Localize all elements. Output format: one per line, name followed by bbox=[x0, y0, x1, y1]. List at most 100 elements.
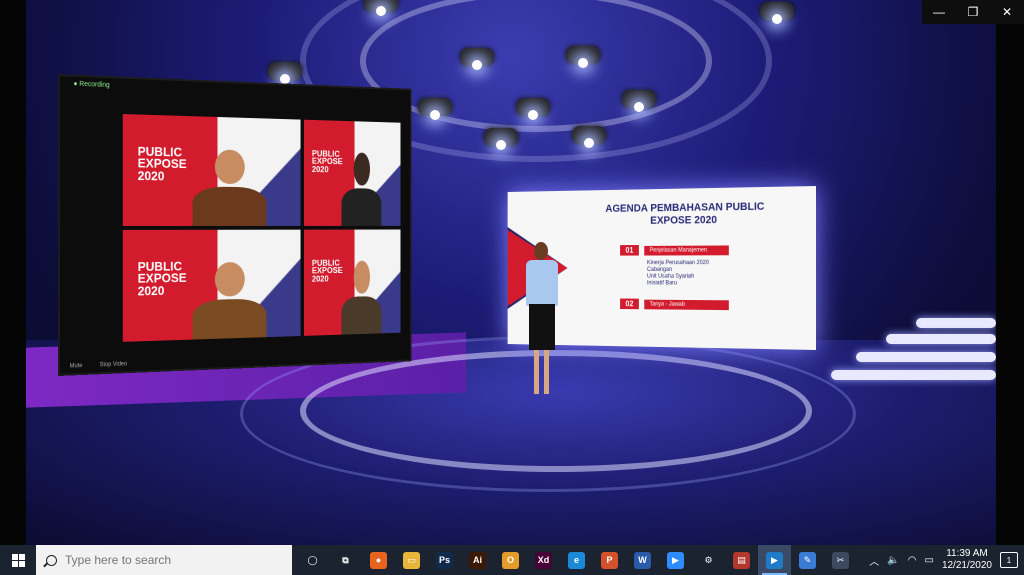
presenter-figure bbox=[522, 242, 562, 400]
taskbar-app-button[interactable]: ● bbox=[362, 545, 395, 575]
virtual-studio-scene: ● Recording PUBLIC EXPOSE 2020 PUBLIC EX… bbox=[0, 0, 1024, 545]
stage-light-icon bbox=[760, 2, 794, 24]
mute-button[interactable]: Mute bbox=[70, 363, 83, 369]
agenda-subitem: Kinerja Perusahaan 2020 bbox=[646, 260, 709, 267]
taskbar-app-button[interactable]: Xd bbox=[527, 545, 560, 575]
agenda-item: 02 Tanya - Jawab bbox=[620, 298, 729, 311]
start-button[interactable] bbox=[0, 545, 36, 575]
notification-count: 1 bbox=[1006, 555, 1012, 565]
clock-time: 11:39 AM bbox=[946, 547, 988, 559]
stop-video-button[interactable]: Stop Video bbox=[100, 361, 128, 368]
participant-avatar bbox=[341, 152, 382, 226]
edge-icon: e bbox=[568, 551, 585, 569]
taskbar-app-button[interactable]: ◯ bbox=[296, 545, 329, 575]
taskbar-app-button[interactable]: ✎ bbox=[791, 545, 824, 575]
stage-light-icon bbox=[566, 46, 600, 68]
agenda-subitems: Kinerja Perusahaan 2020 Cabangan Unit Us… bbox=[647, 260, 709, 287]
stage-steps bbox=[826, 312, 996, 392]
tile-title: PUBLIC EXPOSE 2020 bbox=[311, 258, 343, 284]
agenda-subitem: Inisiatif Baru bbox=[646, 280, 677, 287]
multitask-icon: ⧉ bbox=[337, 551, 354, 569]
participant-avatar bbox=[341, 260, 382, 335]
firefox-icon: ● bbox=[370, 551, 387, 569]
paint-icon: ✎ bbox=[799, 551, 816, 569]
agenda-subitem: Cabangan bbox=[646, 267, 673, 273]
settings-icon: ⚙ bbox=[700, 551, 717, 569]
agenda-item-number: 01 bbox=[620, 245, 639, 256]
system-tray: ︿ 🔈 ◠ ▭ 11:39 AM 12/21/2020 1 bbox=[869, 545, 1024, 575]
wifi-icon[interactable]: ◠ bbox=[908, 555, 917, 566]
taskbar-app-button[interactable]: ▶ bbox=[758, 545, 791, 575]
agenda-item-label: Penjelasan Manajemen bbox=[644, 244, 729, 256]
stage-light-icon bbox=[364, 0, 398, 16]
taskbar-app-button[interactable]: ▶ bbox=[659, 545, 692, 575]
snip-icon: ✂ bbox=[832, 551, 849, 569]
letterbox-left bbox=[0, 0, 26, 545]
taskbar-app-button[interactable]: ⧉ bbox=[329, 545, 362, 575]
windows-logo-icon bbox=[11, 553, 25, 567]
taskbar-app-button[interactable]: ▤ bbox=[725, 545, 758, 575]
taskbar-app-button[interactable]: Ps bbox=[428, 545, 461, 575]
clock-date: 12/21/2020 bbox=[941, 560, 992, 571]
word-icon: W bbox=[634, 551, 651, 569]
photoshop-icon: Ps bbox=[436, 551, 453, 569]
battery-icon[interactable]: ▭ bbox=[924, 555, 933, 566]
stage-light-icon bbox=[516, 98, 550, 120]
recording-label: ● Recording bbox=[73, 80, 110, 89]
agenda-subitem: Unit Usaha Syariah bbox=[646, 273, 695, 280]
participant-tile[interactable]: PUBLIC EXPOSE 2020 bbox=[303, 229, 401, 336]
agenda-item-number: 02 bbox=[620, 298, 639, 310]
zoom-video-wall: ● Recording PUBLIC EXPOSE 2020 PUBLIC EX… bbox=[58, 74, 412, 376]
search-icon bbox=[46, 554, 57, 566]
volume-icon[interactable]: 🔈 bbox=[887, 555, 899, 566]
powerpoint-icon: P bbox=[601, 551, 618, 569]
outlook-icon: O bbox=[502, 551, 519, 569]
search-input[interactable] bbox=[63, 552, 267, 568]
window-controls: — ❐ ✕ bbox=[922, 0, 1024, 24]
close-button[interactable]: ✕ bbox=[990, 0, 1024, 24]
stage-light-icon bbox=[418, 98, 452, 120]
letterbox-right bbox=[996, 0, 1024, 545]
taskbar-app-button[interactable]: P bbox=[593, 545, 626, 575]
participant-avatar bbox=[192, 149, 267, 226]
windows-taskbar: ◯ ⧉ ● ▭ Ps Ai O XdePW ▶ ⚙ ▤ ▶ ✎ ✂ ︿ 🔈 ◠ ▭ 11:39 AM 12… bbox=[0, 545, 1024, 575]
participant-avatar bbox=[192, 262, 267, 340]
minimize-button[interactable]: — bbox=[922, 0, 956, 24]
xd-icon: Xd bbox=[535, 551, 552, 569]
clock[interactable]: 11:39 AM 12/21/2020 bbox=[942, 548, 992, 573]
archive-icon: ▤ bbox=[733, 551, 750, 569]
agenda-title: AGENDA PEMBAHASAN PUBLIC EXPOSE 2020 bbox=[605, 200, 765, 227]
tile-title: PUBLIC EXPOSE 2020 bbox=[311, 148, 343, 175]
tile-title: PUBLIC EXPOSE 2020 bbox=[137, 258, 187, 298]
zoom-controls: Mute Stop Video bbox=[70, 361, 127, 369]
stage-light-icon bbox=[572, 126, 606, 148]
participant-tile[interactable]: PUBLIC EXPOSE 2020 bbox=[303, 119, 401, 226]
agenda-item-label: Tanya - Jawab bbox=[644, 299, 729, 310]
participant-tile[interactable]: PUBLIC EXPOSE 2020 bbox=[122, 229, 301, 342]
restore-button[interactable]: ❐ bbox=[956, 0, 990, 24]
taskbar-app-button[interactable]: ▭ bbox=[395, 545, 428, 575]
taskbar-app-button[interactable]: ✂ bbox=[824, 545, 857, 575]
stage-light-icon bbox=[268, 62, 302, 84]
taskbar-app-button[interactable]: Ai bbox=[461, 545, 494, 575]
stage-light-icon bbox=[484, 128, 518, 150]
task-view-icon: ◯ bbox=[304, 551, 321, 569]
zoom-icon: ▶ bbox=[667, 551, 684, 569]
participant-grid: PUBLIC EXPOSE 2020 PUBLIC EXPOSE 2020 PU… bbox=[122, 114, 401, 342]
taskbar-search-box[interactable] bbox=[36, 545, 292, 575]
taskbar-app-button[interactable]: ⚙ bbox=[692, 545, 725, 575]
stage-light-icon bbox=[622, 90, 656, 112]
tile-title: PUBLIC EXPOSE 2020 bbox=[137, 143, 187, 183]
media-player-icon: ▶ bbox=[766, 551, 783, 569]
taskbar-app-button[interactable]: e bbox=[560, 545, 593, 575]
file-explorer-icon: ▭ bbox=[403, 551, 420, 569]
taskbar-app-icons: ◯ ⧉ ● ▭ Ps Ai O Xd e P W ▶ ⚙ ▤ ▶ ✎ ✂ bbox=[296, 545, 857, 575]
taskbar-app-button[interactable]: O bbox=[494, 545, 527, 575]
illustrator-icon: Ai bbox=[469, 551, 486, 569]
participant-tile[interactable]: PUBLIC EXPOSE 2020 bbox=[122, 114, 301, 226]
agenda-item: 01 Penjelasan Manajemen bbox=[620, 244, 729, 256]
tray-expand-icon[interactable]: ︿ bbox=[869, 553, 879, 568]
stage-light-icon bbox=[460, 48, 494, 70]
taskbar-app-button[interactable]: W bbox=[626, 545, 659, 575]
notification-icon[interactable]: 1 bbox=[1000, 552, 1018, 568]
